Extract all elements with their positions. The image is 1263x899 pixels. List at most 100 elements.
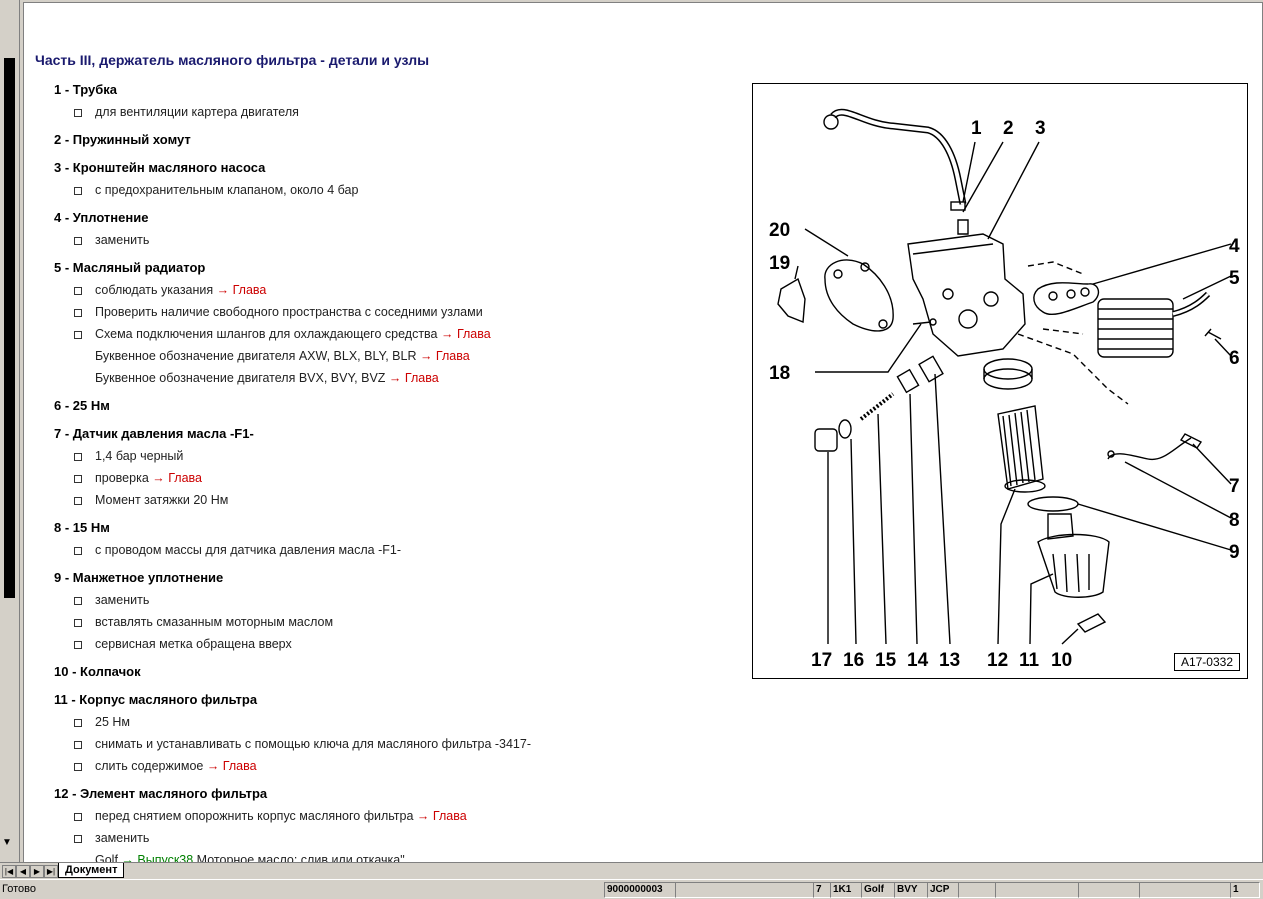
list-sub-item: снимать и устанавливать с помощью ключа … [54,733,744,755]
sub-item-text: Буквенное обозначение двигателя BVX, BVY… [95,371,389,385]
checkbox-bullet-icon [74,596,82,605]
callout-12: 12 [987,650,1008,671]
vertical-scrollbar[interactable]: ▼ [0,0,20,862]
callout-9: 9 [1229,542,1240,563]
callout-5: 5 [1229,268,1240,289]
checkbox-bullet-icon [74,762,82,771]
checkbox-bullet-icon [74,236,82,245]
callout-2: 2 [1003,118,1014,139]
list-sub-item: с проводом массы для датчика давления ма… [54,539,744,561]
sub-item-text: проверка [95,471,153,485]
sub-item-text: для вентиляции картера двигателя [95,105,299,119]
checkbox-bullet-icon [74,618,82,627]
chapter-link[interactable]: → Глава [441,327,491,341]
checkbox-bullet-icon [74,308,82,317]
status-cell-3: Golf [861,882,895,898]
list-item-head: 8 - 15 Нм [54,520,110,535]
list-sub-item: 25 Нм [54,711,744,733]
chapter-link[interactable]: → Глава [389,371,439,385]
chapter-link[interactable]: → Глава [417,809,467,823]
chapter-link[interactable]: → Глава [420,349,470,363]
list-item-head: 3 - Кронштейн масляного насоса [54,160,266,175]
list-item-head: 1 - Трубка [54,82,117,97]
sub-item-text: 25 Нм [95,715,130,729]
status-cell-5: JCP [927,882,959,898]
sub-item-text: заменить [95,593,150,607]
list-sub-item: заменить [54,827,744,849]
list-sub-item: 1,4 бар черный [54,445,744,467]
callout-11: 11 [1019,650,1040,671]
callout-19: 19 [769,253,790,274]
sub-item-text: 1,4 бар черный [95,449,184,463]
list-item-head: 12 - Элемент масляного фильтра [54,786,268,801]
list-sub-item: Схема подключения шлангов для охлаждающе… [54,323,744,345]
callout-18: 18 [769,363,790,384]
diagram-svg: 1 2 3 4 5 6 7 8 9 20 19 18 17 16 15 14 1… [769,108,1240,671]
status-doc-number: 9000000003 [604,882,676,898]
status-cell-1: 7 [813,882,831,898]
callout-15: 15 [875,650,897,671]
callout-4: 4 [1229,236,1240,257]
figure-code: A17-0332 [1173,653,1240,671]
list-sub-item: соблюдать указания → Глава [54,279,744,301]
page-title: Часть III, держатель масляного фильтра -… [35,52,430,68]
sub-item-text: Схема подключения шлангов для охлаждающе… [95,327,441,341]
sub-item-text: Проверить наличие свободного пространств… [95,305,483,319]
checkbox-bullet-icon [74,496,82,505]
sub-item-text: перед снятием опорожнить корпус масляног… [95,809,417,823]
checkbox-bullet-icon [74,286,82,295]
sub-item-text: слить содержимое [95,759,207,773]
tab-document[interactable]: Документ [58,863,125,878]
list-item-head: 5 - Масляный радиатор [54,260,206,275]
checkbox-bullet-icon [74,812,82,821]
sub-item-text: с предохранительным клапаном, около 4 ба… [95,183,359,197]
checkbox-bullet-icon [74,640,82,649]
list-sub-item: проверка → Глава [54,467,744,489]
status-empty-3 [995,882,1079,898]
list-sub-item: заменить [54,589,744,611]
list-sub-item: Буквенное обозначение двигателя AXW, BLX… [54,345,744,367]
sub-item-text: сервисная метка обращена вверх [95,637,292,651]
list-sub-item: заменить [54,229,744,251]
checkbox-bullet-icon [74,186,82,195]
list-item-head: 7 - Датчик давления масла -F1- [54,426,254,441]
checkbox-bullet-icon [74,718,82,727]
checkbox-bullet-icon [74,108,82,117]
list-item-head: 9 - Манжетное уплотнение [54,570,224,585]
callout-10: 10 [1051,650,1072,671]
checkbox-bullet-icon [74,452,82,461]
list-item-head: 4 - Уплотнение [54,210,149,225]
sub-item-text: с проводом массы для датчика давления ма… [95,543,401,557]
status-empty-2 [958,882,996,898]
chapter-link[interactable]: → Глава [217,283,267,297]
last-page-icon[interactable]: ▶| [44,865,58,878]
list-item-head: 11 - Корпус масляного фильтра [54,692,258,707]
status-empty-5 [1139,882,1231,898]
callout-20: 20 [769,220,790,241]
callout-16: 16 [843,650,864,671]
sub-item-text: снимать и устанавливать с помощью ключа … [95,737,531,751]
tab-bar: |◀ ◀ ▶ ▶| Документ [0,862,1263,879]
prev-page-icon[interactable]: ◀ [16,865,30,878]
list-sub-item: слить содержимое → Глава [54,755,744,777]
scroll-down-icon[interactable]: ▼ [2,837,12,848]
sub-item-text: Момент затяжки 20 Нм [95,493,229,507]
sub-item-text: вставлять смазанным моторным маслом [95,615,334,629]
list-sub-item: вставлять смазанным моторным маслом [54,611,744,633]
parts-list: 1 - Трубка для вентиляции картера двигате… [54,79,744,863]
list-sub-item: с предохранительным клапаном, около 4 ба… [54,179,744,201]
status-empty-1 [675,882,814,898]
document-pane: Часть III, держатель масляного фильтра -… [23,2,1263,864]
next-page-icon[interactable]: ▶ [30,865,44,878]
list-sub-item: для вентиляции картера двигателя [54,101,744,123]
chapter-link[interactable]: → Глава [207,759,257,773]
callout-17: 17 [811,650,832,671]
chapter-link[interactable]: → Глава [152,471,202,485]
list-item-head: 6 - 25 Нм [54,398,110,413]
checkbox-bullet-icon [74,740,82,749]
first-page-icon[interactable]: |◀ [2,865,16,878]
list-sub-item: Момент затяжки 20 Нм [54,489,744,511]
exploded-diagram: 1 2 3 4 5 6 7 8 9 20 19 18 17 16 15 14 1… [752,83,1248,679]
list-sub-item: Буквенное обозначение двигателя BVX, BVY… [54,367,744,389]
scrollbar-thumb[interactable] [4,58,15,598]
